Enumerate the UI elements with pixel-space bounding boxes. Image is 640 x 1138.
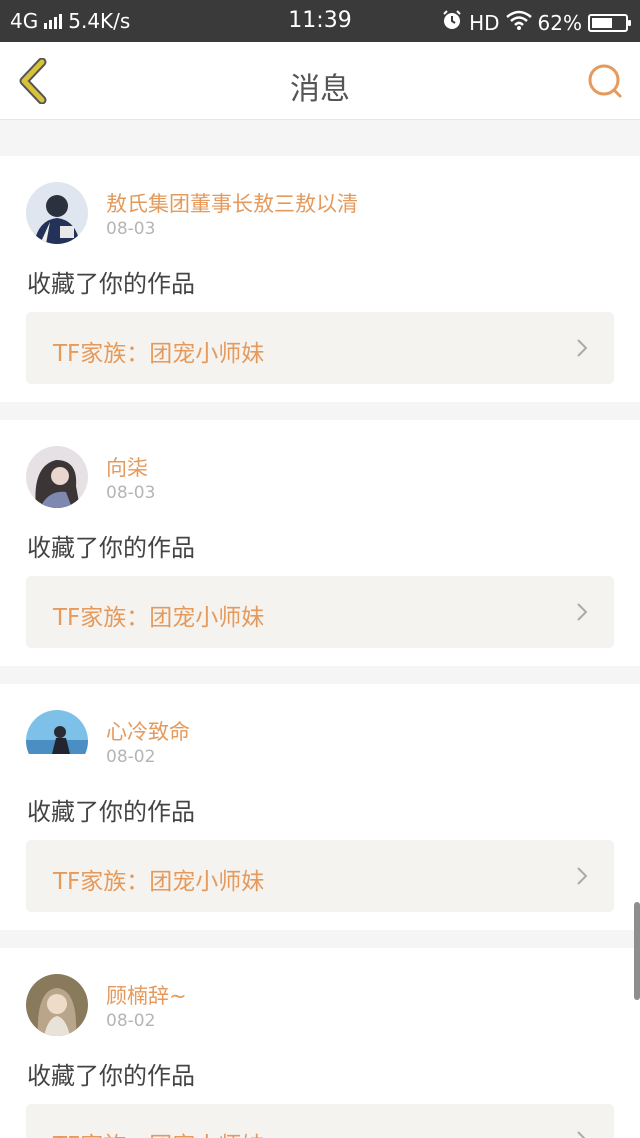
wifi-icon xyxy=(505,10,532,35)
status-right: HD 62% xyxy=(441,9,631,36)
message-date: 08-03 xyxy=(106,483,156,503)
nav-bar: 消息 xyxy=(0,42,640,120)
message-card: 敖氏集团董事长敖三敖以清 08-03 收藏了你的作品 TF家族：团宠小师妹 xyxy=(0,156,640,402)
work-title: TF家族：团宠小师妹 xyxy=(53,1126,264,1138)
work-link[interactable]: TF家族：团宠小师妹 xyxy=(26,1104,614,1138)
avatar[interactable] xyxy=(26,710,88,772)
message-text: 收藏了你的作品 xyxy=(27,1062,195,1090)
work-title: TF家族：团宠小师妹 xyxy=(53,341,265,367)
page-title: 消息 xyxy=(290,72,350,107)
work-title: TF家族：团宠小师妹 xyxy=(53,869,265,895)
chevron-right-icon xyxy=(577,867,588,885)
avatar[interactable] xyxy=(26,446,88,508)
message-card: 心冷致命 08-02 收藏了你的作品 TF家族：团宠小师妹 xyxy=(0,684,640,930)
message-text: 收藏了你的作品 xyxy=(27,798,195,826)
alarm-icon xyxy=(441,9,463,36)
work-link[interactable]: TF家族：团宠小师妹 xyxy=(26,576,614,648)
chevron-right-icon xyxy=(577,603,588,621)
user-name[interactable]: 顾楠辞~ xyxy=(106,980,187,1010)
avatar[interactable] xyxy=(26,182,88,244)
user-name[interactable]: 心冷致命 xyxy=(106,716,190,746)
message-date: 08-02 xyxy=(106,747,156,767)
battery-fill xyxy=(592,17,612,28)
message-text: 收藏了你的作品 xyxy=(27,534,195,562)
work-link[interactable]: TF家族：团宠小师妹 xyxy=(26,840,614,912)
message-card: 向柒 08-03 收藏了你的作品 TF家族：团宠小师妹 xyxy=(0,420,640,666)
chevron-right-icon xyxy=(577,339,588,357)
chevron-right-icon xyxy=(577,1131,586,1138)
message-date: 08-02 xyxy=(106,1011,156,1031)
search-button[interactable] xyxy=(586,62,624,100)
search-icon xyxy=(588,64,622,98)
user-name[interactable]: 敖氏集团董事长敖三敖以清 xyxy=(106,188,358,218)
message-feed[interactable]: 敖氏集团董事长敖三敖以清 08-03 收藏了你的作品 TF家族：团宠小师妹 向柒… xyxy=(0,120,640,1138)
message-card: 顾楠辞~ 08-02 收藏了你的作品 TF家族：团宠小师妹 xyxy=(0,948,640,1138)
battery-percent: 62% xyxy=(537,10,582,35)
hd-label: HD xyxy=(469,10,500,35)
message-date: 08-03 xyxy=(106,219,156,239)
scrollbar[interactable] xyxy=(634,902,640,1000)
battery-icon xyxy=(588,13,631,32)
user-name[interactable]: 向柒 xyxy=(106,452,148,482)
work-title: TF家族：团宠小师妹 xyxy=(53,605,265,631)
message-text: 收藏了你的作品 xyxy=(27,270,195,298)
status-bar: 4G 5.4K/s 11:39 HD 62% xyxy=(0,0,640,42)
avatar[interactable] xyxy=(26,974,88,1036)
work-link[interactable]: TF家族：团宠小师妹 xyxy=(26,312,614,384)
